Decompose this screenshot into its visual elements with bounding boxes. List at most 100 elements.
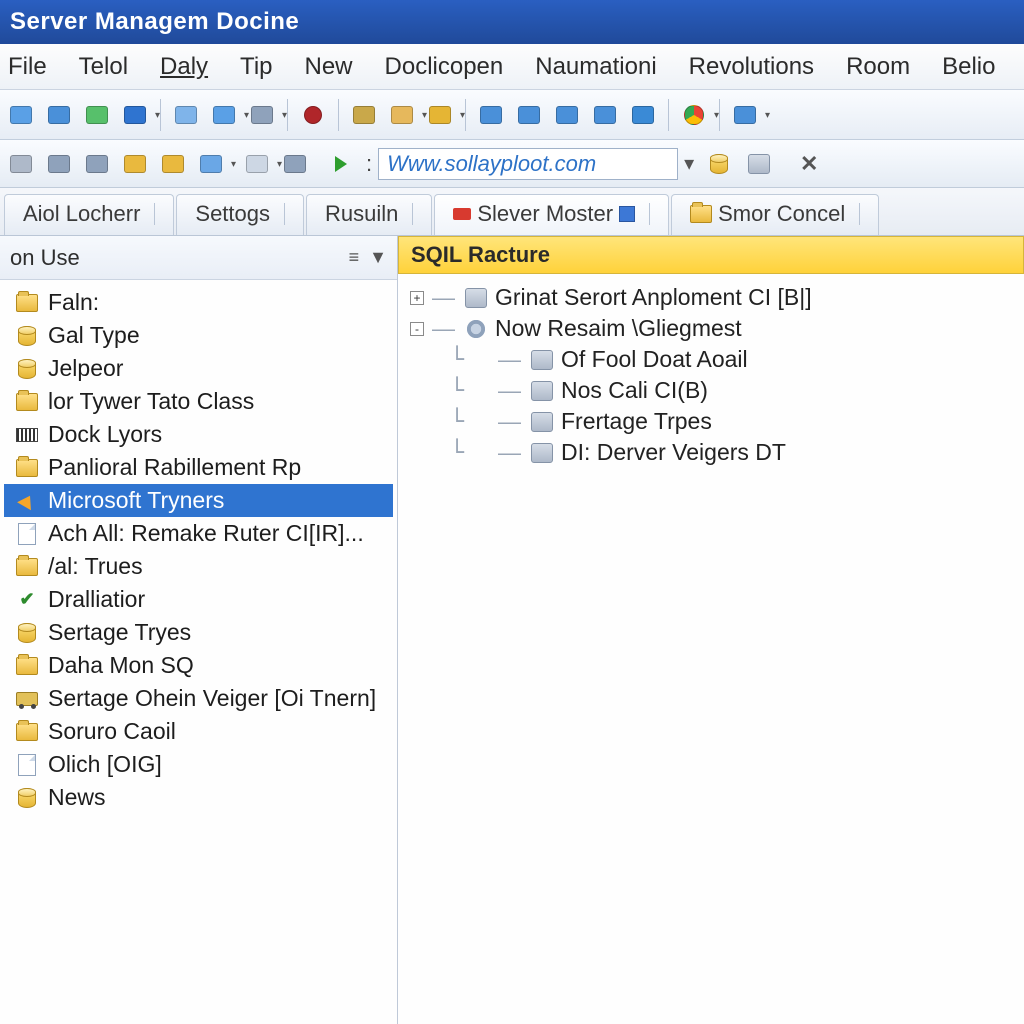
page-icon xyxy=(14,754,40,776)
node-label: Frertage Trpes xyxy=(561,408,712,435)
item-label: Soruro Caoil xyxy=(48,718,176,745)
tab-rusuiln[interactable]: Rusuiln xyxy=(306,194,432,235)
db-icon xyxy=(14,358,40,380)
close-icon[interactable]: ✕ xyxy=(794,149,824,179)
item-label: Gal Type xyxy=(48,322,140,349)
list-item[interactable]: Sertage Ohein Veiger [Oi Tnern] xyxy=(4,682,393,715)
monitor2-icon[interactable] xyxy=(590,100,620,130)
list-item[interactable]: Olich [OIG] xyxy=(4,748,393,781)
tab-smor-concel[interactable]: Smor Concel xyxy=(671,194,879,235)
item-label: Olich [OIG] xyxy=(48,751,162,778)
stack-icon[interactable] xyxy=(209,100,239,130)
tree-node[interactable]: └—DI: Derver Veigers DT xyxy=(404,437,1018,468)
list-item[interactable]: Ach All: Remake Ruter CI[IR]... xyxy=(4,517,393,550)
list-item[interactable]: lor Tywer Tato Class xyxy=(4,385,393,418)
item-label: Microsoft Tryners xyxy=(48,487,224,514)
list-item[interactable]: Microsoft Tryners xyxy=(4,484,393,517)
monitor-icon[interactable] xyxy=(552,100,582,130)
panes-icon[interactable] xyxy=(514,100,544,130)
list-item[interactable]: Sertage Tryes xyxy=(4,616,393,649)
tab-settogs[interactable]: Settogs xyxy=(176,194,304,235)
menu-naumationi[interactable]: Naumationi xyxy=(535,53,656,81)
menu-room[interactable]: Room xyxy=(846,53,910,81)
folder2-icon[interactable] xyxy=(158,149,188,179)
menubar: File Telol Daly Tip New Doclicopen Naumationi R… xyxy=(0,44,1024,90)
expand-icon[interactable]: + xyxy=(410,291,424,305)
dropdown-icon[interactable]: ▼ xyxy=(369,247,387,268)
tree-node[interactable]: └—Frertage Trpes xyxy=(404,406,1018,437)
item-label: Dock Lyors xyxy=(48,421,162,448)
address-prefix: : xyxy=(366,151,372,177)
panel-icon[interactable] xyxy=(476,100,506,130)
tree-node[interactable]: └—Of Fool Doat Aoail xyxy=(404,344,1018,375)
list-item[interactable]: Faln: xyxy=(4,286,393,319)
copy-icon[interactable] xyxy=(171,100,201,130)
net-icon[interactable] xyxy=(82,100,112,130)
drive-icon[interactable] xyxy=(744,149,774,179)
target-icon[interactable] xyxy=(44,149,74,179)
dropdown-icon[interactable]: ▾ xyxy=(684,151,694,176)
tree-connector: └ xyxy=(444,409,470,435)
collapse-icon[interactable]: - xyxy=(410,322,424,336)
item-label: Dralliatior xyxy=(48,586,145,613)
chat-icon[interactable] xyxy=(196,149,226,179)
menu-doclicopen[interactable]: Doclicopen xyxy=(385,53,504,81)
list-item[interactable]: Panlioral Rabillement Rp xyxy=(4,451,393,484)
keys-icon xyxy=(14,424,40,446)
list-item[interactable]: Daha Mon SQ xyxy=(4,649,393,682)
tree-node[interactable]: +—Grinat Serort Anploment CI [B|] xyxy=(404,282,1018,313)
list-item[interactable]: Dock Lyors xyxy=(4,418,393,451)
list-item[interactable]: ✔Dralliatior xyxy=(4,583,393,616)
folder-icon xyxy=(14,655,40,677)
address-box[interactable]: : Www.sollayploot.com ▾ xyxy=(366,148,694,180)
gear-icon[interactable] xyxy=(247,100,277,130)
list-mode-icon[interactable]: ≡ xyxy=(349,247,360,268)
menu-telol[interactable]: Telol xyxy=(79,53,128,81)
list-item[interactable]: Soruro Caoil xyxy=(4,715,393,748)
fx-icon[interactable] xyxy=(280,149,310,179)
tree-node[interactable]: -—Now Resaim \Gliegmest xyxy=(404,313,1018,344)
down-icon[interactable] xyxy=(628,100,658,130)
tree-node[interactable]: └—Nos Cali CI(B) xyxy=(404,375,1018,406)
pencil-icon[interactable] xyxy=(387,100,417,130)
item-label: /al: Trues xyxy=(48,553,143,580)
content: on Use ≡ ▼ Faln: Gal Type Jelpeorlor Tywer… xyxy=(0,236,1024,1024)
tab-slever-moster[interactable]: Slever Moster xyxy=(434,194,669,235)
tag-icon xyxy=(453,208,471,220)
left-tree[interactable]: Faln: Gal Type Jelpeorlor Tywer Tato Class… xyxy=(0,280,397,1024)
db-icon xyxy=(14,787,40,809)
menu-belio[interactable]: Belio xyxy=(942,53,995,81)
seal-icon[interactable] xyxy=(298,100,328,130)
menu-daly[interactable]: Daly xyxy=(160,53,208,81)
left-pane-header: on Use ≡ ▼ xyxy=(0,236,397,280)
menu-revolutions[interactable]: Revolutions xyxy=(689,53,814,81)
doc-icon[interactable] xyxy=(6,100,36,130)
chrome-icon[interactable] xyxy=(679,100,709,130)
list-item[interactable]: Gal Type xyxy=(4,319,393,352)
menu-file[interactable]: File xyxy=(8,53,47,81)
menu-new[interactable]: New xyxy=(305,53,353,81)
cut-icon[interactable] xyxy=(730,100,760,130)
tab-aiol-locherr[interactable]: Aiol Locherr xyxy=(4,194,174,235)
folder-icon[interactable] xyxy=(120,149,150,179)
db-icon[interactable] xyxy=(425,100,455,130)
swap-icon[interactable] xyxy=(82,149,112,179)
item-label: Sertage Tryes xyxy=(48,619,191,646)
window-title: Server Managem Docine xyxy=(10,8,299,36)
play-icon[interactable] xyxy=(326,149,356,179)
window-icon[interactable] xyxy=(242,149,272,179)
tab-label: Rusuiln xyxy=(325,201,398,227)
list-item[interactable]: Jelpeor xyxy=(4,352,393,385)
grid-icon[interactable] xyxy=(44,100,74,130)
db-go-icon[interactable] xyxy=(704,149,734,179)
folder-icon xyxy=(14,292,40,314)
menu-tip[interactable]: Tip xyxy=(240,53,272,81)
right-tree[interactable]: +—Grinat Serort Anploment CI [B|]-—Now R… xyxy=(398,274,1024,476)
node-label: Of Fool Doat Aoail xyxy=(561,346,748,373)
db-icon xyxy=(14,325,40,347)
list-item[interactable]: /al: Trues xyxy=(4,550,393,583)
gray-icon[interactable] xyxy=(6,149,36,179)
list-item[interactable]: News xyxy=(4,781,393,814)
blue-icon[interactable] xyxy=(120,100,150,130)
find-icon[interactable] xyxy=(349,100,379,130)
